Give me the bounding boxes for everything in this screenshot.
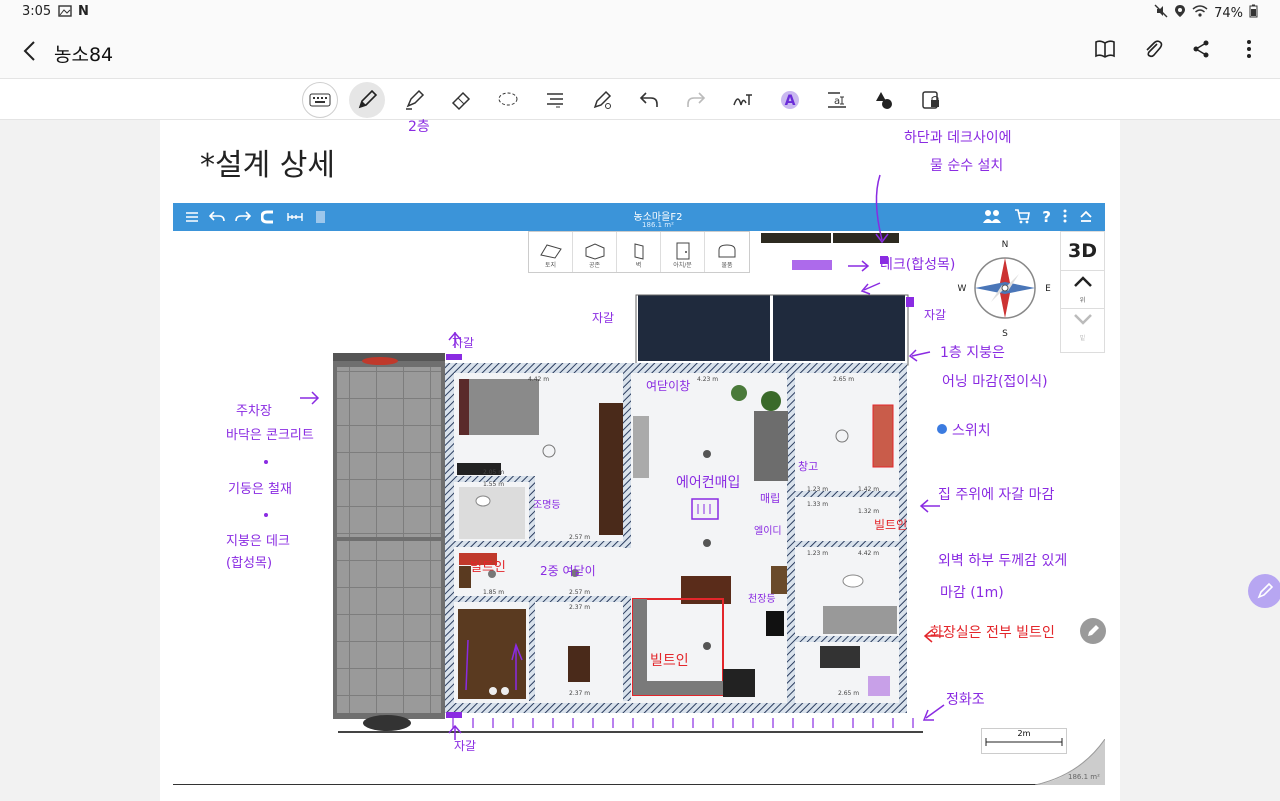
floating-edit-button[interactable] xyxy=(1080,618,1106,644)
handwritten-arrows xyxy=(264,174,947,740)
floating-pen-button[interactable] xyxy=(1248,574,1280,608)
